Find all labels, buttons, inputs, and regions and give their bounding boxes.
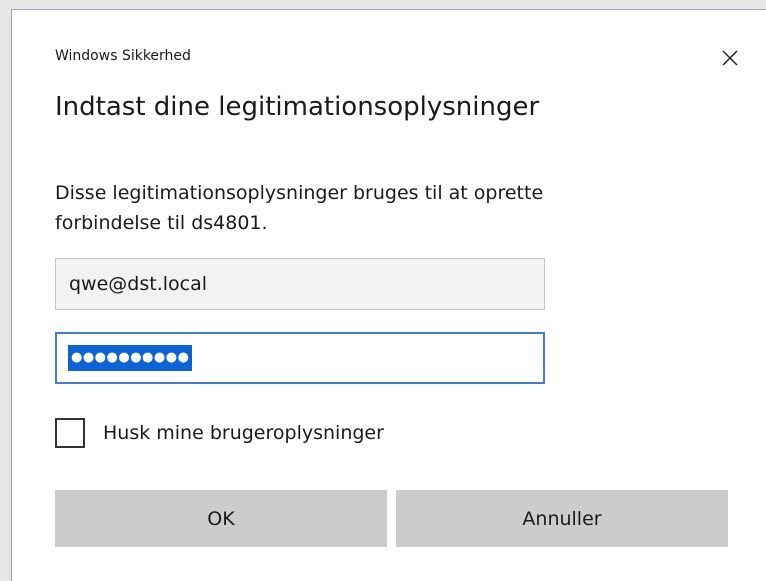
remember-checkbox[interactable]: [55, 418, 85, 448]
window-title: Windows Sikkerhed: [55, 48, 191, 64]
remember-label: Husk mine brugeroplysninger: [103, 422, 384, 444]
close-icon: [722, 50, 738, 66]
password-field[interactable]: ●●●●●●●●●●: [55, 332, 545, 384]
cancel-button[interactable]: Annuller: [396, 490, 728, 547]
close-button[interactable]: [714, 42, 746, 74]
dialog-description: Disse legitimationsoplysninger bruges ti…: [55, 182, 544, 234]
ok-button[interactable]: OK: [55, 490, 387, 547]
remember-credentials-row[interactable]: Husk mine brugeroplysninger: [55, 418, 384, 448]
username-field[interactable]: qwe@dst.local: [55, 258, 545, 310]
dialog-heading: Indtast dine legitimationsoplysninger: [55, 92, 540, 122]
title-bar: Windows Sikkerhed: [12, 10, 766, 70]
credentials-dialog: Windows Sikkerhed Indtast dine legitimat…: [11, 9, 766, 581]
password-masked-value: ●●●●●●●●●●: [68, 345, 193, 371]
username-value: qwe@dst.local: [69, 273, 208, 295]
